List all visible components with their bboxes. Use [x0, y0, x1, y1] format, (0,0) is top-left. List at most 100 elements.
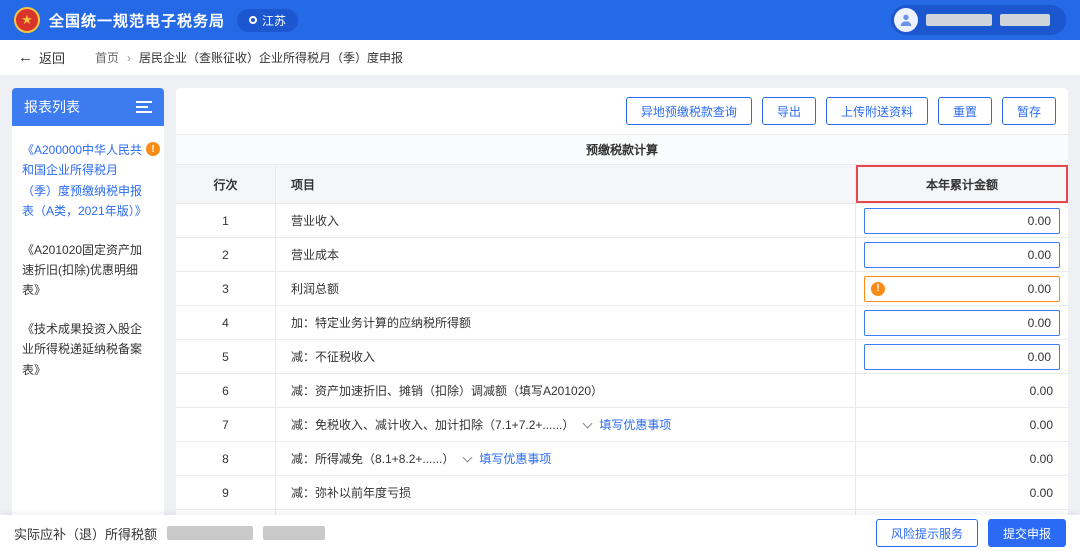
reset-button[interactable]: 重置 [937, 97, 992, 125]
upload-attachments-button[interactable]: 上传附送资料 [825, 97, 928, 125]
location-icon [249, 16, 258, 24]
amount-input-wrapper: ! [864, 275, 1060, 302]
breadcrumb: 首页 › 居民企业（查账征收）企业所得税月（季）度申报 [95, 49, 403, 66]
breadcrumb-home[interactable]: 首页 [95, 49, 119, 66]
amount-input[interactable] [864, 241, 1060, 268]
warning-badge: ! [146, 142, 160, 156]
redacted-amount [263, 526, 326, 540]
chevron-down-icon[interactable] [582, 418, 593, 428]
table-row: 7 减：免税收入、减计收入、加计扣除（7.1+7.2+......） 填写优惠事… [176, 408, 1068, 442]
person-icon [900, 14, 912, 26]
toolbar: 异地预缴税款查询 导出 上传附送资料 重置 暂存 [176, 88, 1068, 134]
redacted-username [1000, 14, 1050, 26]
main-area: 报表列表 《A200000中华人民共和国企业所得税月（季）度预缴纳税申报表（A类… [0, 76, 1080, 515]
sidebar-header: 报表列表 [12, 88, 164, 126]
tax-bureau-emblem-icon: ★ [14, 7, 40, 33]
row-item: 加：特定业务计算的应纳税所得额 [276, 306, 856, 339]
risk-alert-service-button[interactable]: 风险提示服务 [875, 519, 978, 547]
row-item: 营业成本 [276, 238, 856, 271]
region-label: 江苏 [262, 13, 287, 28]
table-row: 8 减：所得减免（8.1+8.2+......） 填写优惠事项 0.00 [176, 442, 1068, 476]
row-value-cell [856, 204, 1068, 237]
table-row: 3 利润总额 ! [176, 272, 1068, 306]
row-item-label: 减：资产加速折旧、摊销（扣除）调减额（填写A201020） [291, 384, 604, 398]
row-item-label: 减：不征税收入 [291, 350, 376, 364]
amount-input[interactable] [864, 207, 1060, 234]
row-item-label: 减：免税收入、减计收入、加计扣除（7.1+7.2+......） [291, 418, 575, 432]
user-account[interactable] [891, 5, 1066, 35]
row-item: 营业收入 [276, 204, 856, 237]
row-item-label: 减：所得减免（8.1+8.2+......） [291, 452, 455, 466]
sidebar-item-label: 《A200000中华人民共和国企业所得税月（季）度预缴纳税申报表（A类，2021… [22, 143, 147, 219]
row-number: 8 [176, 442, 276, 475]
row-value-cell: ! [856, 272, 1068, 305]
remote-prepaid-tax-query-button[interactable]: 异地预缴税款查询 [625, 97, 752, 125]
amount-input[interactable] [864, 309, 1060, 336]
row-item-label: 营业成本 [291, 248, 340, 262]
table-row: 2 营业成本 [176, 238, 1068, 272]
row-number: 9 [176, 476, 276, 509]
col-header-row-no: 行次 [176, 165, 276, 203]
back-arrow-icon: ← [18, 49, 33, 66]
amount-input-warning[interactable] [864, 275, 1060, 302]
footer-bar: 实际应补（退）所得税额 风险提示服务 提交申报 [0, 515, 1080, 551]
sidebar-title: 报表列表 [24, 99, 80, 115]
table-section-header: 预缴税款计算 [176, 135, 1068, 165]
row-item: 减：免税收入、减计收入、加计扣除（7.1+7.2+......） 填写优惠事项 [276, 408, 856, 441]
row-item-label: 利润总额 [291, 282, 340, 296]
sidebar-item-a200000[interactable]: 《A200000中华人民共和国企业所得税月（季）度预缴纳税申报表（A类，2021… [22, 140, 160, 222]
fill-preference-link[interactable]: 填写优惠事项 [479, 450, 551, 467]
row-item: 减：所得减免（8.1+8.2+......） 填写优惠事项 [276, 442, 856, 475]
submit-declaration-button[interactable]: 提交申报 [987, 519, 1066, 547]
sidebar-item-tech-investment[interactable]: 《技术成果投资入股企业所得税递延纳税备案表》 [22, 319, 160, 380]
table-row: 9 减：弥补以前年度亏损 0.00 [176, 476, 1068, 510]
chevron-down-icon[interactable] [462, 452, 473, 462]
avatar [894, 8, 918, 32]
col-header-item: 项目 [276, 165, 856, 203]
save-draft-button[interactable]: 暂存 [1001, 97, 1056, 125]
row-number: 2 [176, 238, 276, 271]
col-header-amount-highlighted: 本年累计金额 [856, 165, 1068, 203]
sidebar-item-a201020[interactable]: 《A201020固定资产加速折旧(扣除)优惠明细表》 [22, 240, 160, 301]
amount-readonly: 0.00 [1029, 451, 1053, 466]
table-row: 4 加：特定业务计算的应纳税所得额 [176, 306, 1068, 340]
table-header-row: 行次 项目 本年累计金额 [176, 165, 1068, 204]
amount-readonly: 0.00 [1029, 485, 1053, 500]
sidebar-item-label: 《A201020固定资产加速折旧(扣除)优惠明细表》 [22, 242, 143, 298]
table-row: 6 减：资产加速折旧、摊销（扣除）调减额（填写A201020） 0.00 [176, 374, 1068, 408]
app-root: ★ 全国统一规范电子税务局 江苏 ← 返回 首页 › 居民企业（查账征收）企业所… [0, 0, 1080, 551]
collapse-icon[interactable] [136, 101, 152, 113]
row-item: 减：资产加速折旧、摊销（扣除）调减额（填写A201020） [276, 374, 856, 407]
redacted-amount [167, 526, 254, 540]
row-item: 利润总额 [276, 272, 856, 305]
row-number: 1 [176, 204, 276, 237]
back-button[interactable]: ← 返回 [18, 48, 65, 67]
row-value-cell [856, 306, 1068, 339]
row-item: 减：不征税收入 [276, 340, 856, 373]
prepaid-tax-table: 预缴税款计算 行次 项目 本年累计金额 1 营业收入 2 营业成本 [176, 134, 1068, 515]
row-number: 6 [176, 374, 276, 407]
warning-icon: ! [871, 281, 885, 296]
table-row: 1 营业收入 [176, 204, 1068, 238]
row-number: 4 [176, 306, 276, 339]
row-value-cell [856, 340, 1068, 373]
app-title: 全国统一规范电子税务局 [49, 12, 226, 30]
row-number: 7 [176, 408, 276, 441]
amount-input[interactable] [864, 343, 1060, 370]
breadcrumb-current: 居民企业（查账征收）企业所得税月（季）度申报 [139, 51, 404, 65]
tax-due-label: 实际应补（退）所得税额 [14, 526, 158, 542]
app-header: ★ 全国统一规范电子税务局 江苏 [0, 0, 1080, 40]
amount-readonly: 0.00 [1029, 383, 1053, 398]
fill-preference-link[interactable]: 填写优惠事项 [599, 416, 671, 433]
breadcrumb-bar: ← 返回 首页 › 居民企业（查账征收）企业所得税月（季）度申报 [0, 40, 1080, 76]
table-row: 5 减：不征税收入 [176, 340, 1068, 374]
amount-readonly: 0.00 [1029, 417, 1053, 432]
row-item-label: 加：特定业务计算的应纳税所得额 [291, 316, 472, 330]
row-value-cell [856, 238, 1068, 271]
row-item: 减：弥补以前年度亏损 [276, 476, 856, 509]
row-item-label: 减：弥补以前年度亏损 [291, 486, 412, 500]
export-button[interactable]: 导出 [761, 97, 816, 125]
row-item-label: 营业收入 [291, 214, 340, 228]
section-title: 预缴税款计算 [585, 143, 658, 157]
region-badge[interactable]: 江苏 [237, 8, 299, 32]
